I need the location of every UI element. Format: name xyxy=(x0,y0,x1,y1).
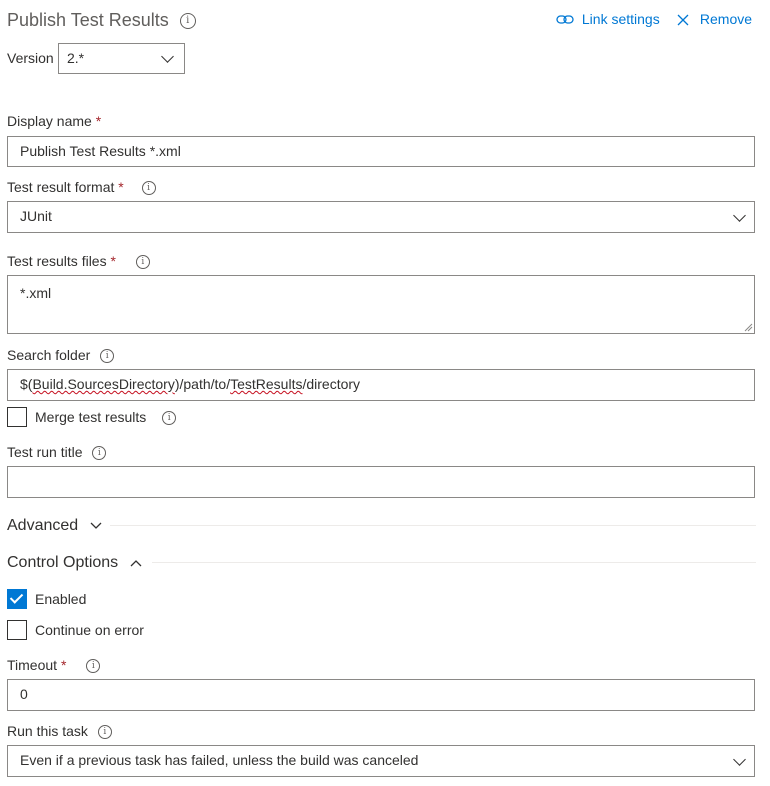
advanced-label: Advanced xyxy=(7,517,79,534)
search-folder-label-text: Search folder xyxy=(7,347,91,363)
test-result-format-select[interactable]: JUnit xyxy=(7,201,755,233)
remove-label: Remove xyxy=(699,11,753,27)
test-results-files-label-text: Test results files xyxy=(7,253,107,269)
link-icon xyxy=(556,15,574,24)
run-this-task-label-text: Run this task xyxy=(7,723,88,739)
merge-test-results-checkbox[interactable] xyxy=(7,407,27,427)
info-icon[interactable]: i xyxy=(92,446,107,461)
test-run-title-input[interactable] xyxy=(7,466,755,498)
required-marker: * xyxy=(110,253,116,269)
search-folder-text: TestResults xyxy=(230,376,303,392)
test-results-files-value: *.xml xyxy=(20,285,52,301)
test-result-format-value: JUnit xyxy=(20,208,52,224)
test-result-format-label-text: Test result format xyxy=(7,179,115,195)
chevron-down-icon xyxy=(90,522,102,529)
page-title: Publish Test Results i xyxy=(7,10,196,31)
continue-on-error-checkbox[interactable] xyxy=(7,620,27,640)
info-icon[interactable]: i xyxy=(141,181,156,196)
test-result-format-label: Test result format * i xyxy=(7,179,156,196)
required-marker: * xyxy=(60,657,67,673)
page-title-text: Publish Test Results xyxy=(7,10,169,30)
info-icon[interactable]: i xyxy=(86,659,101,674)
link-settings-label: Link settings xyxy=(581,11,660,27)
required-marker: * xyxy=(95,113,102,129)
version-select[interactable]: 2.* xyxy=(58,43,185,74)
divider xyxy=(110,525,756,526)
merge-test-results-label-text: Merge test results xyxy=(35,409,147,425)
search-folder-text: /directory xyxy=(302,376,361,392)
display-name-label: Display name * xyxy=(7,113,101,129)
run-this-task-value: Even if a previous task has failed, unle… xyxy=(20,752,419,768)
control-options-label: Control Options xyxy=(7,554,119,571)
close-icon xyxy=(677,14,689,26)
timeout-input[interactable]: 0 xyxy=(7,679,755,711)
timeout-label-text: Timeout xyxy=(7,657,58,673)
run-this-task-label: Run this task i xyxy=(7,723,112,740)
continue-on-error-label: Continue on error xyxy=(35,622,144,638)
search-folder-text: Build.SourcesDirectory xyxy=(32,376,175,392)
search-folder-text: $( xyxy=(20,376,33,392)
chevron-down-icon xyxy=(161,50,174,63)
chevron-down-icon xyxy=(733,209,746,222)
info-icon[interactable]: i xyxy=(162,411,177,426)
enabled-label: Enabled xyxy=(35,591,87,607)
display-name-label-text: Display name xyxy=(7,113,92,129)
search-folder-input[interactable]: $(Build.SourcesDirectory)/path/to/TestRe… xyxy=(7,369,755,401)
info-icon[interactable]: i xyxy=(135,255,150,270)
search-folder-text: )/path/to/ xyxy=(174,376,231,392)
test-run-title-label: Test run title i xyxy=(7,444,107,461)
info-icon[interactable]: i xyxy=(179,13,196,30)
remove-button[interactable]: Remove xyxy=(676,11,752,27)
enabled-checkbox[interactable] xyxy=(7,589,27,609)
test-run-title-label-text: Test run title xyxy=(7,444,83,460)
advanced-section-header[interactable]: Advanced xyxy=(7,517,103,535)
info-icon[interactable]: i xyxy=(100,349,115,364)
test-results-files-label: Test results files * i xyxy=(7,253,150,270)
version-label: Version xyxy=(7,50,54,66)
test-results-files-textarea[interactable]: *.xml xyxy=(7,275,755,334)
search-folder-label: Search folder i xyxy=(7,347,115,364)
required-marker: * xyxy=(118,179,124,195)
display-name-input[interactable]: Publish Test Results *.xml xyxy=(7,136,755,167)
chevron-up-icon xyxy=(130,559,142,567)
divider xyxy=(152,562,756,563)
version-value: 2.* xyxy=(67,50,85,66)
info-icon[interactable]: i xyxy=(97,725,112,740)
merge-test-results-label: Merge test results i xyxy=(35,409,177,426)
run-this-task-select[interactable]: Even if a previous task has failed, unle… xyxy=(7,745,755,777)
resize-handle-icon[interactable] xyxy=(743,322,753,332)
link-settings-button[interactable]: Link settings xyxy=(556,11,660,27)
chevron-down-icon xyxy=(733,753,746,766)
timeout-label: Timeout * i xyxy=(7,657,101,674)
control-options-section-header[interactable]: Control Options xyxy=(7,554,143,572)
